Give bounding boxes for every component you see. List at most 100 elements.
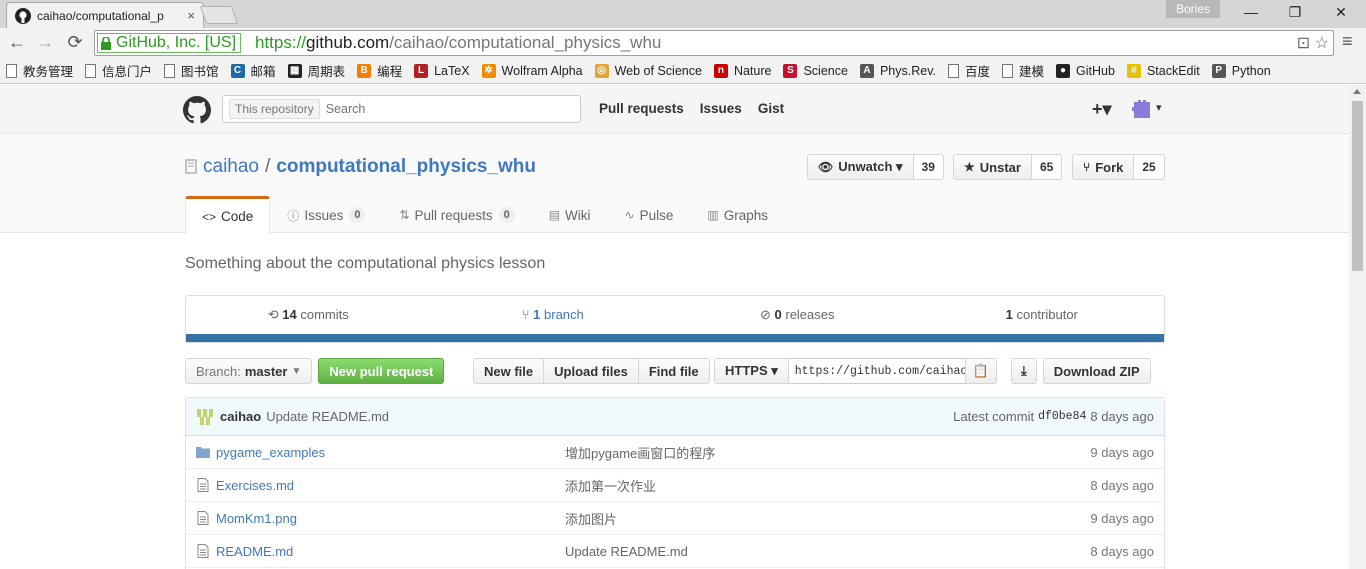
releases-link[interactable]: ⊘ 0 releases <box>675 296 920 334</box>
site-search[interactable]: This repository <box>222 95 581 123</box>
user-avatar-icon[interactable] <box>1132 100 1152 118</box>
close-window-button[interactable]: ✕ <box>1318 0 1364 24</box>
find-file-button[interactable]: Find file <box>638 358 710 384</box>
bookmark-item[interactable]: ▦ 周期表 <box>287 61 345 80</box>
scroll-up-icon[interactable] <box>1353 89 1361 94</box>
graph-icon: ▥ <box>707 208 719 222</box>
tab-issues[interactable]: ⓘ Issues 0 <box>270 196 382 233</box>
fork-button[interactable]: ⑂ Fork <box>1072 154 1135 180</box>
commit-sha[interactable]: df0be84 <box>1038 410 1086 423</box>
bookmark-item[interactable]: C 邮箱 <box>230 61 276 80</box>
nav-issues[interactable]: Issues <box>700 101 742 116</box>
file-commit-message[interactable]: 添加第一次作业 <box>565 476 656 495</box>
bookmark-item[interactable]: ✲ Wolfram Alpha <box>481 63 583 78</box>
tab-close-icon[interactable]: × <box>187 8 195 23</box>
bookmark-item[interactable]: # StackEdit <box>1126 63 1200 78</box>
commit-age: 8 days ago <box>1090 409 1154 424</box>
star-count[interactable]: 65 <box>1031 154 1063 180</box>
clone-url-input[interactable]: https://github.com/caihao <box>788 358 965 384</box>
bookmark-item[interactable]: 信息门户 <box>85 61 152 80</box>
repo-book-icon <box>185 159 197 174</box>
browser-menu-icon[interactable]: ≡ <box>1342 31 1353 52</box>
page-scrollbar[interactable] <box>1349 85 1366 569</box>
fork-icon: ⑂ <box>1083 160 1091 174</box>
tab-code[interactable]: <> Code <box>185 196 271 234</box>
forward-arrow-icon[interactable]: → <box>34 31 56 53</box>
commits-link[interactable]: ⟲ 14 commits <box>186 296 431 334</box>
watch-count[interactable]: 39 <box>913 154 944 180</box>
branches-link[interactable]: ⑂ 1 branch <box>431 296 676 334</box>
branch-select[interactable]: Branch: master ▼ <box>185 358 313 384</box>
mail-icon: C <box>230 63 245 78</box>
bookmark-item[interactable]: P Python <box>1211 63 1271 78</box>
bookmark-item[interactable]: 教务管理 <box>6 61 73 80</box>
avatar-caret-icon[interactable]: ▾ <box>1156 101 1162 114</box>
search-input[interactable] <box>325 102 566 116</box>
unstar-button[interactable]: ★ Unstar <box>953 154 1032 180</box>
bookmark-item[interactable]: 建模 <box>1002 61 1044 80</box>
file-name-link[interactable]: Exercises.md <box>216 478 566 493</box>
tab-pulse[interactable]: ∿ Pulse <box>608 196 691 233</box>
bookmark-item[interactable]: 百度 <box>948 61 990 80</box>
github-logo-icon[interactable] <box>183 96 211 124</box>
address-bar[interactable]: GitHub, Inc. [US] https://github.com/cai… <box>94 30 1334 56</box>
bookmark-label: 邮箱 <box>250 65 276 79</box>
contributors-link[interactable]: 1 contributor <box>920 296 1165 334</box>
repo-title: caihao / computational_physics_whu <box>185 156 536 178</box>
tab-wiki[interactable]: ▤ Wiki <box>532 196 608 233</box>
desktop-clone-button[interactable]: ⤓ <box>1011 358 1037 384</box>
bookmark-item[interactable]: L LaTeX <box>414 63 470 78</box>
browser-tab[interactable]: caihao/computational_p × <box>6 2 204 28</box>
new-tab-button[interactable] <box>199 6 239 24</box>
ev-certificate-badge[interactable]: GitHub, Inc. [US] <box>97 33 242 53</box>
bookmark-item[interactable]: ● GitHub <box>1056 63 1115 78</box>
bookmark-item[interactable]: A Phys.Rev. <box>859 63 936 78</box>
nav-gist[interactable]: Gist <box>758 101 784 116</box>
bookmark-item[interactable]: 图书馆 <box>164 61 219 80</box>
file-commit-message[interactable]: 添加图片 <box>565 509 617 528</box>
file-icon <box>197 511 209 525</box>
profile-badge[interactable]: Bories <box>1166 0 1220 18</box>
file-commit-message[interactable]: Update README.md <box>565 544 688 559</box>
bookmark-label: Python <box>1231 63 1271 78</box>
commit-author-avatar[interactable] <box>196 406 216 427</box>
tab-pull-requests[interactable]: ⇅ Pull requests 0 <box>382 196 531 233</box>
back-arrow-icon[interactable]: ← <box>6 31 28 53</box>
download-zip-button[interactable]: Download ZIP <box>1042 358 1151 384</box>
protocol-select[interactable]: HTTPS ▾ <box>714 358 789 384</box>
pull-request-icon: ⇅ <box>399 208 410 222</box>
commit-message[interactable]: Update README.md <box>266 409 389 424</box>
create-new-dropdown[interactable]: +▾ <box>1092 99 1112 120</box>
restore-button[interactable]: ❐ <box>1272 0 1318 24</box>
bookmark-star-icon[interactable]: ⊡ ☆ <box>1297 33 1329 53</box>
tab-graphs[interactable]: ▥ Graphs <box>690 196 785 233</box>
page-icon <box>6 63 17 78</box>
new-file-button[interactable]: New file <box>473 358 545 384</box>
file-name-link[interactable]: README.md <box>216 544 566 559</box>
github-icon: ● <box>1056 63 1071 78</box>
bookmark-item[interactable]: S Science <box>783 63 848 78</box>
unwatch-button[interactable]: 👁 Unwatch ▾ <box>807 154 914 180</box>
bookmark-item[interactable]: B 编程 <box>357 61 402 80</box>
file-age: 8 days ago <box>1090 477 1154 493</box>
language-bar[interactable] <box>186 334 1164 342</box>
file-name-link[interactable]: MomKm1.png <box>216 511 566 526</box>
minimize-button[interactable]: — <box>1228 0 1274 24</box>
file-commit-message[interactable]: 增加pygame画窗口的程序 <box>565 443 715 462</box>
file-icon <box>197 544 209 558</box>
nav-pull-requests[interactable]: Pull requests <box>599 101 684 116</box>
commit-author[interactable]: caihao <box>220 409 261 424</box>
scrollbar-thumb[interactable] <box>1352 101 1363 271</box>
download-tray-icon: ⤓ <box>1021 363 1027 378</box>
bookmark-item[interactable]: ◎ Web of Science <box>594 63 702 78</box>
new-pull-request-button[interactable]: New pull request <box>318 358 445 384</box>
bookmark-item[interactable]: n Nature <box>713 63 771 78</box>
reload-icon[interactable]: ⟳ <box>64 31 86 53</box>
file-name-link[interactable]: pygame_examples <box>216 445 566 460</box>
upload-files-button[interactable]: Upload files <box>544 358 639 384</box>
repo-name-link[interactable]: computational_physics_whu <box>276 156 536 178</box>
repo-owner-link[interactable]: caihao <box>203 156 259 178</box>
fork-count[interactable]: 25 <box>1134 154 1165 180</box>
page-icon <box>164 63 176 78</box>
copy-clipboard-button[interactable]: 📋 <box>964 358 997 384</box>
